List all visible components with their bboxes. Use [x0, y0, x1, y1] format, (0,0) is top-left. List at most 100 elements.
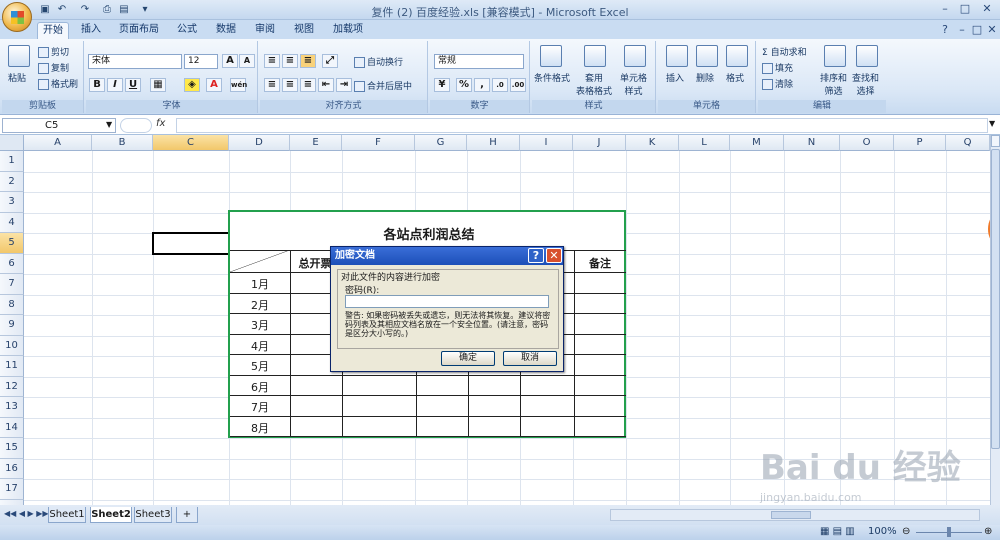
active-cell-c5[interactable] [152, 232, 230, 255]
copy-button[interactable]: 复制 [38, 61, 69, 74]
select-all-corner[interactable] [0, 135, 24, 151]
decrease-decimal-icon[interactable]: .00 [510, 78, 526, 92]
row-header-11[interactable]: 11 [0, 356, 24, 377]
row-header-16[interactable]: 16 [0, 458, 24, 479]
ribbon-close-button[interactable]: ✕ [985, 23, 999, 37]
dialog-close-button[interactable]: ✕ [546, 248, 562, 263]
conditional-format-icon[interactable] [540, 45, 562, 67]
align-center-icon[interactable]: ≡ [282, 78, 298, 92]
currency-icon[interactable]: ¥ [434, 78, 450, 92]
maximize-button[interactable]: □ [958, 2, 972, 16]
font-color-button[interactable]: A [206, 78, 222, 92]
row-header-10[interactable]: 10 [0, 335, 24, 356]
zoom-out-icon[interactable]: ⊖ [902, 526, 910, 537]
row-header-5[interactable]: 5 [0, 233, 24, 254]
column-header-D[interactable]: D [229, 135, 290, 151]
ribbon-restore-button[interactable]: □ [970, 23, 984, 37]
column-header-G[interactable]: G [415, 135, 467, 151]
find-select-button[interactable]: 查找和 选择 [852, 71, 879, 97]
column-header-H[interactable]: H [467, 135, 520, 151]
password-input[interactable] [345, 295, 549, 308]
column-header-J[interactable]: J [573, 135, 626, 151]
comma-button[interactable]: , [474, 78, 490, 92]
name-box[interactable]: C5 [2, 118, 116, 133]
merge-center-button[interactable]: 合并后居中 [354, 79, 412, 92]
column-header-M[interactable]: M [730, 135, 784, 151]
align-right-icon[interactable]: ≡ [300, 78, 316, 92]
shrink-font-button[interactable]: A [239, 54, 255, 68]
cancel-button[interactable]: 取消 [503, 351, 557, 366]
column-header-F[interactable]: F [342, 135, 415, 151]
tab-addins[interactable]: 加载项 [328, 22, 368, 39]
column-header-P[interactable]: P [894, 135, 946, 151]
help-icon[interactable]: ? [938, 23, 952, 37]
decrease-indent-icon[interactable]: ⇤ [318, 78, 334, 92]
tab-home[interactable]: 开始 [37, 22, 69, 39]
align-bottom-icon[interactable]: ≡ [300, 54, 316, 68]
sheet-tab-1[interactable]: Sheet1 [48, 507, 86, 523]
align-top-icon[interactable]: ≡ [264, 54, 280, 68]
row-header-9[interactable]: 9 [0, 315, 24, 336]
ok-button[interactable]: 确定 [441, 351, 495, 366]
insert-cells-icon[interactable] [666, 45, 688, 67]
name-box-dropdown-icon[interactable]: ▼ [106, 120, 112, 129]
formula-tools-icon[interactable] [120, 118, 152, 133]
row-header-8[interactable]: 8 [0, 294, 24, 315]
delete-cells-icon[interactable] [696, 45, 718, 67]
hscroll-thumb[interactable] [771, 511, 811, 519]
insert-cells-button[interactable]: 插入 [666, 71, 684, 84]
sheet-nav-icons[interactable]: ◀◀ ◀ ▶ ▶▶ [4, 509, 49, 518]
format-painter-button[interactable]: 格式刷 [38, 77, 78, 90]
fill-button[interactable]: 填充 [762, 61, 793, 74]
delete-cells-button[interactable]: 删除 [696, 71, 714, 84]
table-format-button[interactable]: 套用 表格格式 [576, 71, 612, 97]
phonetic-button[interactable]: wén [230, 78, 247, 92]
fill-color-icon[interactable]: ◈ [184, 78, 200, 92]
tab-view[interactable]: 视图 [289, 22, 319, 39]
column-header-L[interactable]: L [679, 135, 730, 151]
column-header-C[interactable]: C [153, 135, 229, 151]
horizontal-scrollbar[interactable] [610, 509, 980, 521]
sheet-tab-3[interactable]: Sheet3 [134, 507, 172, 523]
autosum-button[interactable]: Σ 自动求和 [762, 45, 807, 58]
underline-button[interactable]: U [125, 78, 141, 92]
scroll-up-icon[interactable] [991, 135, 1000, 147]
conditional-format-button[interactable]: 条件格式 [534, 71, 570, 84]
column-header-I[interactable]: I [520, 135, 573, 151]
paste-icon[interactable] [8, 45, 30, 67]
column-header-K[interactable]: K [626, 135, 679, 151]
row-header-2[interactable]: 2 [0, 171, 24, 192]
cut-button[interactable]: 剪切 [38, 45, 69, 58]
increase-indent-icon[interactable]: ⇥ [336, 78, 352, 92]
increase-decimal-icon[interactable]: .0 [492, 78, 508, 92]
formula-input[interactable] [176, 118, 988, 133]
dialog-help-button[interactable]: ? [528, 248, 544, 263]
sort-filter-icon[interactable] [824, 45, 846, 67]
insert-function-button[interactable]: fx [156, 118, 165, 129]
tab-data[interactable]: 数据 [211, 22, 241, 39]
zoom-slider-thumb[interactable] [947, 527, 951, 537]
row-header-6[interactable]: 6 [0, 253, 24, 274]
sort-filter-button[interactable]: 排序和 筛选 [820, 71, 847, 97]
row-header-1[interactable]: 1 [0, 151, 24, 172]
insert-sheet-icon[interactable]: + [176, 507, 198, 523]
number-format-select[interactable]: 常规 [434, 54, 524, 69]
font-size-select[interactable]: 12 [184, 54, 218, 69]
align-left-icon[interactable]: ≡ [264, 78, 280, 92]
binoculars-icon[interactable] [856, 45, 878, 67]
table-format-icon[interactable] [584, 45, 606, 67]
row-header-3[interactable]: 3 [0, 192, 24, 213]
column-header-Q[interactable]: Q [946, 135, 990, 151]
row-header-4[interactable]: 4 [0, 212, 24, 233]
tab-insert[interactable]: 插入 [76, 22, 106, 39]
close-button[interactable]: ✕ [980, 2, 994, 16]
minimize-button[interactable]: – [938, 2, 952, 16]
row-header-14[interactable]: 14 [0, 417, 24, 438]
view-mode-icons[interactable]: ▦ ▤ ▥ [820, 526, 855, 537]
clear-button[interactable]: 清除 [762, 77, 793, 90]
grow-font-button[interactable]: A [222, 54, 238, 68]
sheet-tab-2[interactable]: Sheet2 [90, 507, 132, 523]
orientation-icon[interactable]: ⤢ [322, 54, 338, 68]
cell-styles-button[interactable]: 单元格 样式 [620, 71, 647, 97]
column-header-E[interactable]: E [290, 135, 342, 151]
